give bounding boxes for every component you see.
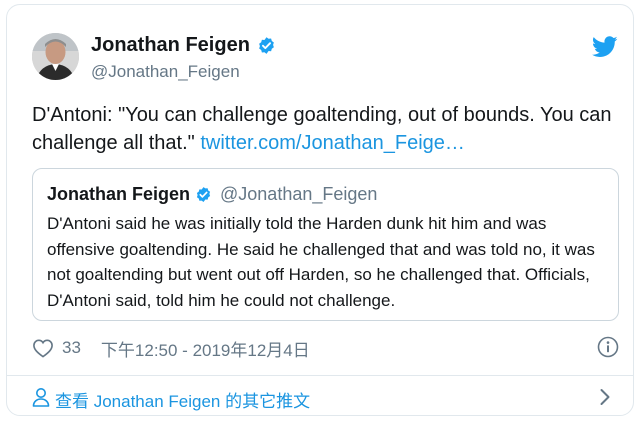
tweet-text: D'Antoni: "You can challenge goaltending… xyxy=(32,101,612,157)
quoted-tweet-header: Jonathan Feigen @Jonathan_Feigen xyxy=(47,184,377,205)
info-icon[interactable] xyxy=(597,336,619,358)
chevron-right-icon[interactable] xyxy=(599,388,611,406)
person-icon xyxy=(32,387,50,407)
tweet-link[interactable]: twitter.com/Jonathan_Feige… xyxy=(200,132,465,154)
author-handle[interactable]: @Jonathan_Feigen xyxy=(91,62,240,82)
quoted-tweet-text: D'Antoni said he was initially told the … xyxy=(47,214,595,310)
like-count[interactable]: 33 xyxy=(62,338,81,358)
view-more-tweets-link[interactable]: 查看 Jonathan Feigen 的其它推文 xyxy=(7,376,633,416)
quoted-tweet[interactable]: Jonathan Feigen @Jonathan_Feigen D'Anton… xyxy=(32,168,619,321)
verified-badge-icon xyxy=(195,186,212,203)
heart-icon[interactable] xyxy=(32,338,54,358)
author-name[interactable]: Jonathan Feigen xyxy=(91,34,250,57)
tweet-meta: 33 下午12:50 - 2019年12月4日 xyxy=(32,336,310,360)
quoted-author-name: Jonathan Feigen xyxy=(47,184,191,204)
tweet-card: Jonathan Feigen @Jonathan_Feigen D'Anton… xyxy=(6,4,634,416)
avatar[interactable] xyxy=(32,33,79,80)
twitter-bird-icon[interactable] xyxy=(591,36,618,58)
timestamp[interactable]: 下午12:50 - 2019年12月4日 xyxy=(101,336,310,361)
verified-badge-icon xyxy=(257,36,276,55)
author-name-row[interactable]: Jonathan Feigen xyxy=(91,34,276,57)
view-more-tweets-label[interactable]: 查看 Jonathan Feigen 的其它推文 xyxy=(55,387,310,412)
quoted-author-handle: @Jonathan_Feigen xyxy=(220,184,378,204)
